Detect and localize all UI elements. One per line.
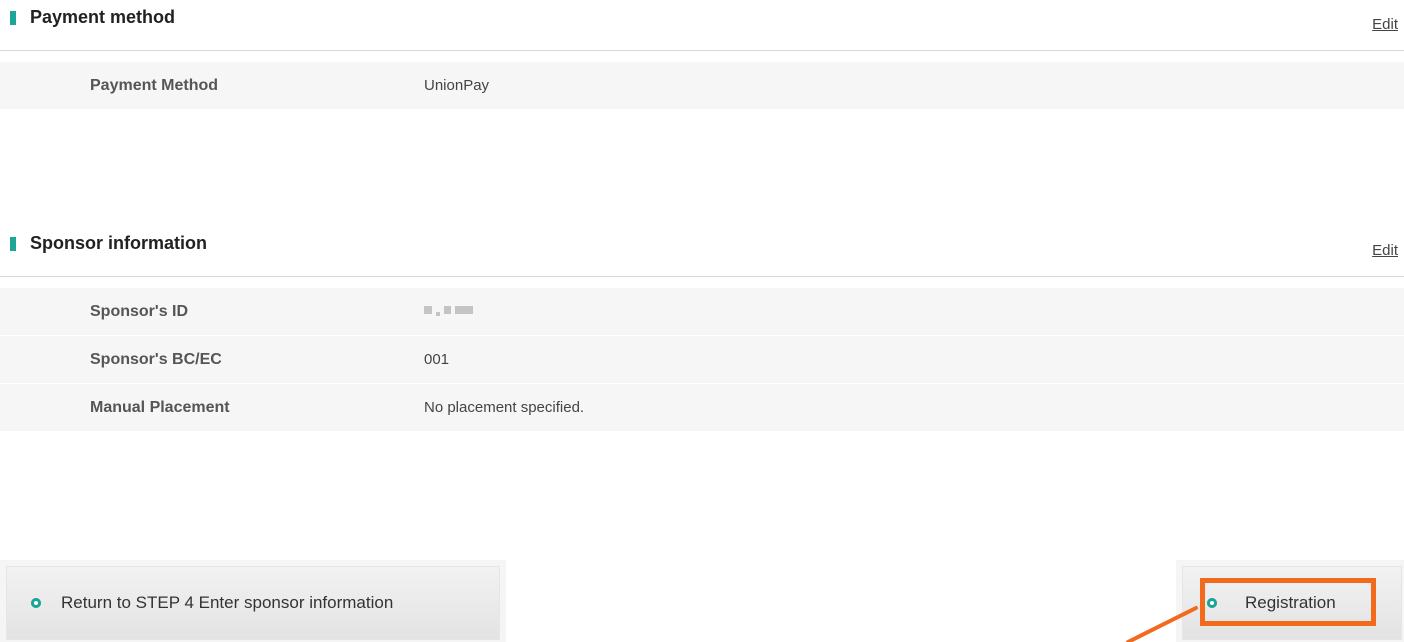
sponsor-edit-link[interactable]: Edit <box>1372 242 1398 259</box>
table-row: Payment Method UnionPay <box>0 62 1404 110</box>
payment-method-value: UnionPay <box>424 77 490 94</box>
payment-method-table: Payment Method UnionPay <box>0 62 1404 110</box>
return-step4-label: Return to STEP 4 Enter sponsor informati… <box>61 593 394 612</box>
payment-edit-link[interactable]: Edit <box>1372 16 1398 33</box>
payment-method-section: Payment method Edit Payment Method Union… <box>0 0 1404 110</box>
registration-label: Registration <box>1245 593 1336 612</box>
section-marker-icon <box>10 237 16 251</box>
registration-button[interactable]: Registration <box>1182 566 1402 640</box>
payment-method-label: Payment Method <box>90 77 219 94</box>
sponsor-information-table: Sponsor's ID Sponsor's BC/EC 001 Manual … <box>0 288 1404 432</box>
section-marker-icon <box>10 11 16 25</box>
sponsor-information-section: Sponsor information Edit Sponsor's ID Sp… <box>0 226 1404 432</box>
sponsor-bc-ec-value: 001 <box>424 351 450 368</box>
payment-method-title: Payment method <box>30 7 176 27</box>
sponsor-id-label: Sponsor's ID <box>90 303 189 320</box>
table-row: Manual Placement No placement specified. <box>0 384 1404 432</box>
sponsor-information-header: Sponsor information Edit <box>0 226 1404 277</box>
sponsor-information-title: Sponsor information <box>30 233 207 253</box>
table-row: Sponsor's BC/EC 001 <box>0 336 1404 384</box>
redacted-sponsor-id <box>424 306 473 318</box>
manual-placement-value: No placement specified. <box>424 399 585 416</box>
bullet-icon <box>31 598 41 608</box>
bullet-icon <box>1207 598 1217 608</box>
return-step4-button[interactable]: Return to STEP 4 Enter sponsor informati… <box>6 566 500 640</box>
manual-placement-label: Manual Placement <box>90 399 230 416</box>
payment-method-header: Payment method Edit <box>0 0 1404 51</box>
table-row: Sponsor's ID <box>0 288 1404 336</box>
sponsor-bc-ec-label: Sponsor's BC/EC <box>90 351 222 368</box>
